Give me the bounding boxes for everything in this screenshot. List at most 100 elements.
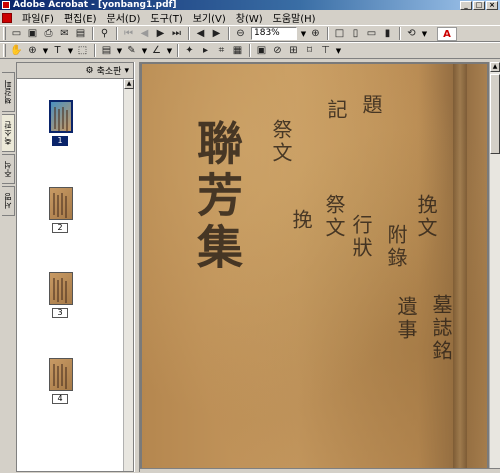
digital-signature-icon[interactable]: ✦: [182, 44, 197, 58]
toolbar-grip[interactable]: [3, 27, 6, 40]
search-icon[interactable]: ⚲: [97, 27, 112, 41]
movie-tool-icon[interactable]: ▣: [254, 44, 269, 58]
calligraphy-column: 祭文: [322, 194, 346, 240]
first-page-icon[interactable]: ⏮: [121, 27, 136, 41]
document-system-icon[interactable]: [2, 12, 12, 23]
crop-tool-icon[interactable]: ⌑: [302, 44, 317, 58]
zoom-out-button-icon[interactable]: ⊖: [233, 27, 248, 41]
save-icon[interactable]: ▣: [25, 27, 40, 41]
form-tool-icon[interactable]: ▦: [230, 44, 245, 58]
thumbnail-label[interactable]: 2: [52, 223, 68, 233]
thumbnail-options-icon[interactable]: ⚙: [86, 66, 94, 76]
scroll-up-icon[interactable]: ▲: [124, 79, 134, 89]
book-spine: [453, 64, 467, 470]
navigation-tabs: 책갈피 축소판 주석 서명: [0, 62, 16, 472]
article-tool-icon[interactable]: ⊞: [286, 44, 301, 58]
calligraphy-column: 記: [324, 99, 348, 122]
open-icon[interactable]: ▭: [9, 27, 24, 41]
menu-tools[interactable]: 도구(T): [145, 10, 187, 25]
forward-icon[interactable]: ▶: [209, 27, 224, 41]
tab-comments[interactable]: 주석: [2, 154, 15, 184]
toolbar-grip[interactable]: [3, 44, 6, 57]
thumbnail-label[interactable]: 3: [52, 308, 68, 318]
calligraphy-column: 挽文: [414, 194, 438, 240]
thumbnail-menu-arrow-icon[interactable]: ▾: [124, 66, 129, 76]
zoom-in-icon[interactable]: ⊕: [25, 44, 40, 58]
close-button[interactable]: ×: [486, 0, 498, 10]
thumbnail-panel-title[interactable]: 축소판: [97, 64, 122, 77]
note-icon[interactable]: ▤: [99, 44, 114, 58]
zoom-in-button-icon[interactable]: ⊕: [308, 27, 323, 41]
toolbar-separator: [94, 44, 96, 57]
save-copy-icon[interactable]: ▤: [73, 27, 88, 41]
select-dropdown-icon[interactable]: ▼: [66, 44, 75, 57]
fit-page-icon[interactable]: ▯: [348, 27, 363, 41]
pencil-dropdown-icon[interactable]: ▼: [140, 44, 149, 57]
back-icon[interactable]: ◀: [193, 27, 208, 41]
fit-width-icon[interactable]: ▭: [364, 27, 379, 41]
hand-icon[interactable]: ✋: [9, 44, 24, 58]
calligraphy-column: 題: [359, 94, 383, 117]
menu-view[interactable]: 보기(V): [188, 10, 231, 25]
menu-window[interactable]: 창(W): [231, 10, 268, 25]
thumbnail-scrollbar[interactable]: ▲: [123, 79, 134, 471]
note-dropdown-icon[interactable]: ▼: [115, 44, 124, 57]
minimize-button[interactable]: _: [460, 0, 472, 10]
zoom-field[interactable]: 183%: [251, 27, 297, 40]
fit-visible-icon[interactable]: ▮: [380, 27, 395, 41]
graphics-select-icon[interactable]: ⬚: [75, 44, 90, 58]
touchup-dropdown-icon[interactable]: ▼: [334, 44, 343, 57]
calligraphy-column: 遺事: [394, 296, 418, 342]
thumbnail-panel-header: ⚙ 축소판 ▾: [17, 63, 133, 79]
thumbnail-page-1[interactable]: [49, 100, 73, 133]
toolbar-separator: [116, 27, 118, 40]
tab-thumbnails[interactable]: 축소판: [2, 114, 15, 152]
link-tool-icon[interactable]: ▸: [198, 44, 213, 58]
rotate-icon[interactable]: ⟲: [404, 27, 419, 41]
pdf-page: 聯芳集 挽文 附錄 墓誌銘 遺事 行狀 祭文 挽 祭文 記 題: [142, 64, 487, 470]
zoom-tool-dropdown-icon[interactable]: ▼: [41, 44, 50, 57]
doc-scroll-up-icon[interactable]: ▲: [490, 62, 500, 72]
thumbnail-label[interactable]: 1: [52, 136, 68, 146]
toolbar-separator: [399, 27, 401, 40]
tab-signatures[interactable]: 서명: [2, 186, 15, 216]
maximize-button[interactable]: □: [473, 0, 485, 10]
email-icon[interactable]: ✉: [57, 27, 72, 41]
status-bar: [140, 468, 500, 473]
toolbar-separator: [92, 27, 94, 40]
toolbar-separator: [177, 44, 179, 57]
highlight-icon[interactable]: ∠: [149, 44, 164, 58]
calligraphy-column: 挽: [289, 209, 313, 232]
toolbar-tools: ✋ ⊕ ▼ T ▼ ⬚ ▤ ▼ ✎ ▼ ∠ ▼ ✦ ▸ ⌗ ▦ ▣ ⊘ ⊞ ⌑ …: [0, 42, 500, 59]
thumbnail-label[interactable]: 4: [52, 394, 68, 404]
text-select-icon[interactable]: T: [50, 44, 65, 58]
toolbar-top: ▭ ▣ ⎙ ✉ ▤ ⚲ ⏮ ◀ ▶ ⏭ ◀ ▶ ⊖ 183% ▼ ⊕ □ ▯ ▭…: [0, 25, 500, 42]
touchup-text-icon[interactable]: ⊤: [318, 44, 333, 58]
print-icon[interactable]: ⎙: [41, 27, 56, 41]
calligraphy-column: 附錄: [384, 224, 408, 270]
last-page-icon[interactable]: ⏭: [169, 27, 184, 41]
rotate-dropdown-icon[interactable]: ▼: [420, 27, 429, 40]
toolbar-separator: [249, 44, 251, 57]
adobe-logo[interactable]: A: [437, 26, 457, 41]
thumbnail-page-2[interactable]: [49, 187, 73, 220]
menu-document[interactable]: 문서(D): [102, 10, 146, 25]
toolbar-separator: [327, 27, 329, 40]
actual-size-icon[interactable]: □: [332, 27, 347, 41]
zoom-dropdown-icon[interactable]: ▼: [299, 27, 308, 40]
next-page-icon[interactable]: ▶: [153, 27, 168, 41]
menu-help[interactable]: 도움말(H): [268, 10, 321, 25]
crop-icon[interactable]: ⌗: [214, 44, 229, 58]
pencil-icon[interactable]: ✎: [124, 44, 139, 58]
document-view[interactable]: 聯芳集 挽文 附錄 墓誌銘 遺事 行狀 祭文 挽 祭文 記 題: [140, 62, 489, 470]
tab-bookmarks[interactable]: 책갈피: [2, 72, 15, 112]
document-scrollbar[interactable]: ▲: [489, 62, 500, 470]
thumbnail-page-3[interactable]: [49, 272, 73, 305]
document-scroll-thumb[interactable]: [490, 74, 500, 154]
prev-page-icon[interactable]: ◀: [137, 27, 152, 41]
thumbnail-page-4[interactable]: [49, 358, 73, 391]
menu-file[interactable]: 파일(F): [17, 10, 59, 25]
highlight-dropdown-icon[interactable]: ▼: [165, 44, 174, 57]
attach-icon[interactable]: ⊘: [270, 44, 285, 58]
menu-edit[interactable]: 편집(E): [59, 10, 102, 25]
